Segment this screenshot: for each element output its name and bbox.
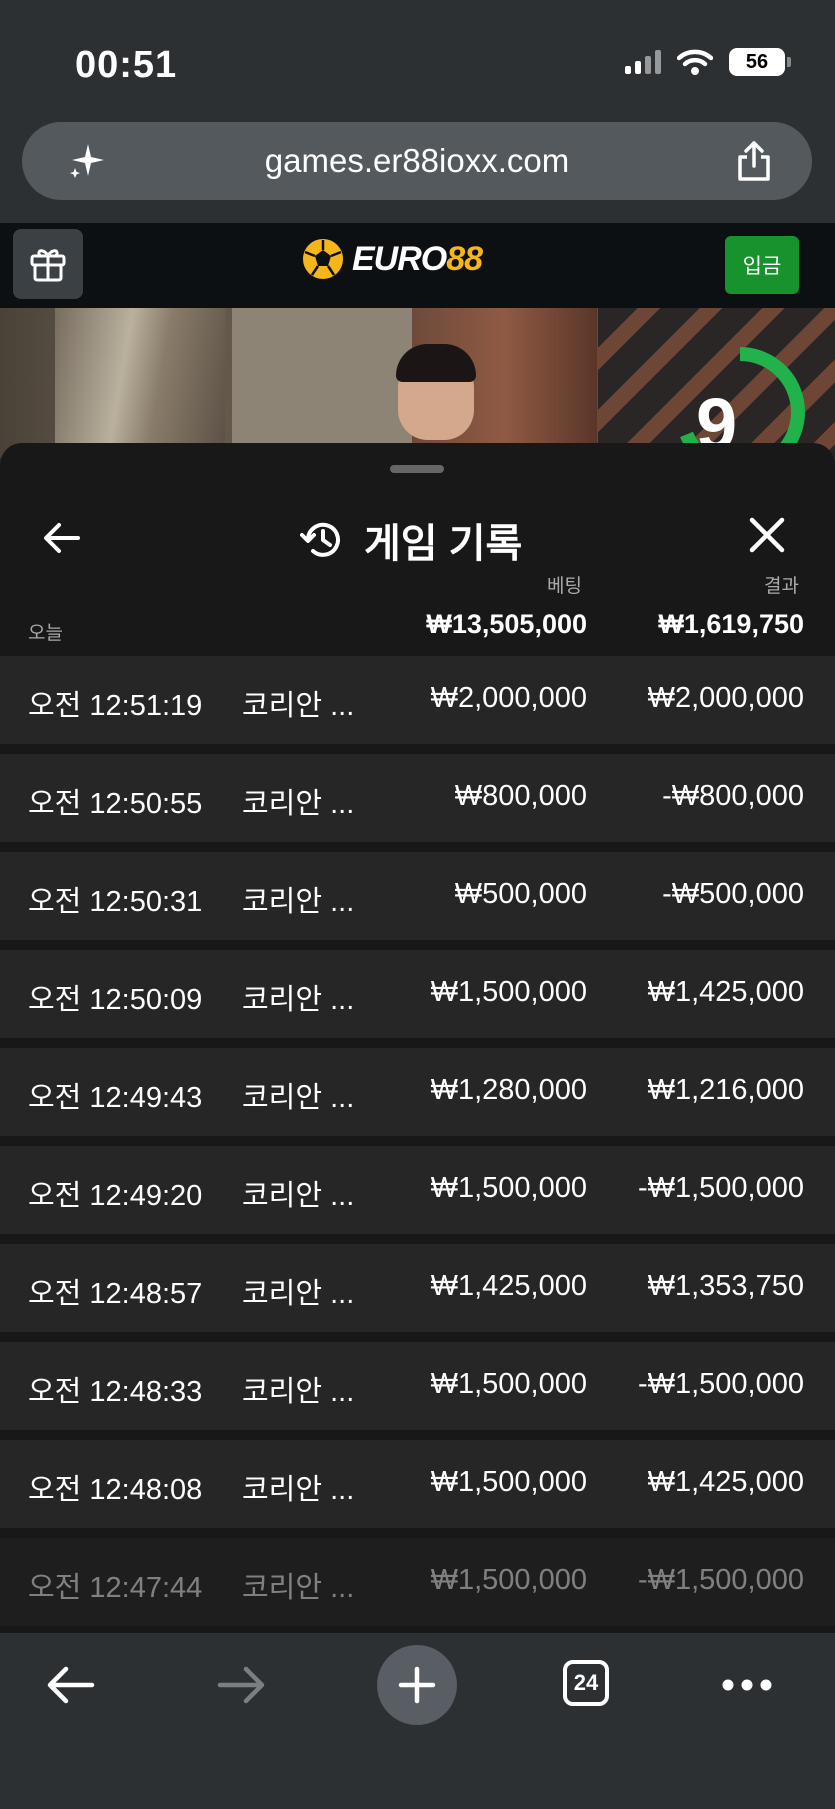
row-time: 오전 12:50:55 bbox=[28, 788, 203, 820]
row-time: 오전 12:48:08 bbox=[28, 1474, 203, 1506]
row-bet: ₩1,500,000 bbox=[430, 1368, 587, 1400]
row-game: 코리안 ... bbox=[242, 1376, 355, 1408]
site-logo[interactable]: EURO88 bbox=[300, 236, 483, 282]
result-total: ₩1,619,750 bbox=[658, 609, 804, 639]
countdown-ring bbox=[675, 347, 805, 458]
row-result: ₩1,353,750 bbox=[647, 1270, 804, 1302]
row-bet: ₩1,280,000 bbox=[430, 1074, 587, 1106]
site-header: EURO88 입금 bbox=[0, 223, 835, 308]
cellular-signal-icon bbox=[625, 50, 661, 74]
wifi-icon bbox=[677, 49, 713, 75]
result-column-header: 결과 bbox=[764, 576, 799, 597]
row-bet: ₩1,500,000 bbox=[430, 1564, 587, 1596]
row-result: -₩500,000 bbox=[662, 878, 804, 910]
history-row[interactable]: 오전 12:50:31 코리안 ... ₩500,000 -₩500,000 bbox=[0, 852, 835, 940]
row-game: 코리안 ... bbox=[242, 1082, 355, 1114]
sheet-title: 게임 기록 bbox=[300, 511, 522, 569]
bet-column-header: 베팅 bbox=[547, 576, 582, 597]
row-game: 코리안 ... bbox=[242, 1474, 355, 1506]
bet-total: ₩13,505,000 bbox=[426, 609, 587, 639]
row-time: 오전 12:48:57 bbox=[28, 1278, 203, 1310]
row-game: 코리안 ... bbox=[242, 1180, 355, 1212]
status-icons: 56 bbox=[625, 48, 791, 76]
logo-text-white: EURO bbox=[352, 239, 447, 278]
back-icon[interactable] bbox=[44, 1659, 96, 1711]
row-result: -₩1,500,000 bbox=[637, 1172, 804, 1204]
status-time: 00:51 bbox=[75, 44, 178, 86]
sheet-title-text: 게임 기록 bbox=[364, 522, 523, 566]
history-row[interactable]: 오전 12:51:19 코리안 ... ₩2,000,000 ₩2,000,00… bbox=[0, 656, 835, 744]
history-row[interactable]: 오전 12:48:33 코리안 ... ₩1,500,000 -₩1,500,0… bbox=[0, 1342, 835, 1430]
row-result: ₩1,425,000 bbox=[647, 1466, 804, 1498]
row-time: 오전 12:50:31 bbox=[28, 886, 203, 918]
row-game: 코리안 ... bbox=[242, 1572, 355, 1604]
forward-icon[interactable] bbox=[216, 1659, 268, 1711]
row-game: 코리안 ... bbox=[242, 788, 355, 820]
live-video: 9 bbox=[0, 308, 835, 458]
row-bet: ₩800,000 bbox=[454, 780, 587, 812]
today-label: 오늘 bbox=[28, 623, 63, 644]
history-row[interactable]: 오전 12:48:57 코리안 ... ₩1,425,000 ₩1,353,75… bbox=[0, 1244, 835, 1332]
history-list: 오전 12:51:19 코리안 ... ₩2,000,000 ₩2,000,00… bbox=[0, 656, 835, 1633]
row-bet: ₩1,500,000 bbox=[430, 1466, 587, 1498]
history-row[interactable]: 오전 12:47:44 코리안 ... ₩1,500,000 -₩1,500,0… bbox=[0, 1538, 835, 1626]
battery-icon: 56 bbox=[729, 48, 791, 76]
video-wall-panel bbox=[232, 308, 412, 458]
new-tab-button[interactable] bbox=[377, 1645, 457, 1725]
plus-icon bbox=[398, 1666, 436, 1704]
row-game: 코리안 ... bbox=[242, 690, 355, 722]
row-time: 오전 12:48:33 bbox=[28, 1376, 203, 1408]
row-time: 오전 12:49:43 bbox=[28, 1082, 203, 1114]
gift-button[interactable] bbox=[13, 229, 83, 299]
history-row[interactable]: 오전 12:49:43 코리안 ... ₩1,280,000 ₩1,216,00… bbox=[0, 1048, 835, 1136]
history-icon bbox=[300, 522, 340, 557]
row-game: 코리안 ... bbox=[242, 886, 355, 918]
history-row[interactable]: 오전 12:50:09 코리안 ... ₩1,500,000 ₩1,425,00… bbox=[0, 950, 835, 1038]
close-icon[interactable] bbox=[747, 515, 787, 555]
row-result: ₩1,216,000 bbox=[647, 1074, 804, 1106]
back-arrow-icon[interactable] bbox=[42, 518, 82, 558]
row-bet: ₩1,500,000 bbox=[430, 976, 587, 1008]
row-bet: ₩500,000 bbox=[454, 878, 587, 910]
row-time: 오전 12:50:09 bbox=[28, 984, 203, 1016]
row-game: 코리안 ... bbox=[242, 1278, 355, 1310]
deposit-button[interactable]: 입금 bbox=[725, 236, 799, 294]
logo-text: EURO88 bbox=[352, 239, 483, 279]
tabs-button[interactable]: 24 bbox=[563, 1660, 609, 1706]
soccer-ball-icon bbox=[301, 237, 345, 281]
browser-toolbar: 24 bbox=[0, 1633, 835, 1809]
sheet-header: 게임 기록 bbox=[0, 493, 835, 583]
row-bet: ₩2,000,000 bbox=[430, 682, 587, 714]
history-row[interactable]: 오전 12:49:20 코리안 ... ₩1,500,000 -₩1,500,0… bbox=[0, 1146, 835, 1234]
status-bar: 00:51 56 bbox=[0, 0, 835, 110]
game-history-sheet: 게임 기록 베팅 결과 오늘 ₩13,505,000 ₩1,619,750 오전… bbox=[0, 443, 835, 1633]
row-bet: ₩1,425,000 bbox=[430, 1270, 587, 1302]
row-result: ₩2,000,000 bbox=[647, 682, 804, 714]
row-result: ₩1,425,000 bbox=[647, 976, 804, 1008]
video-wall-panel bbox=[55, 308, 225, 458]
gift-icon bbox=[30, 249, 66, 282]
row-game: 코리안 ... bbox=[242, 984, 355, 1016]
row-time: 오전 12:47:44 bbox=[28, 1572, 203, 1604]
row-result: -₩1,500,000 bbox=[637, 1564, 804, 1596]
row-result: -₩1,500,000 bbox=[637, 1368, 804, 1400]
logo-text-accent: 88 bbox=[446, 239, 483, 278]
history-row[interactable]: 오전 12:48:08 코리안 ... ₩1,500,000 ₩1,425,00… bbox=[0, 1440, 835, 1528]
row-time: 오전 12:49:20 bbox=[28, 1180, 203, 1212]
sheet-drag-handle[interactable] bbox=[390, 465, 444, 473]
row-result: -₩800,000 bbox=[662, 780, 804, 812]
address-bar[interactable]: games.er88ioxx.com bbox=[22, 122, 812, 200]
history-row[interactable]: 오전 12:50:55 코리안 ... ₩800,000 -₩800,000 bbox=[0, 754, 835, 842]
row-bet: ₩1,500,000 bbox=[430, 1172, 587, 1204]
row-time: 오전 12:51:19 bbox=[28, 690, 203, 722]
share-icon[interactable] bbox=[734, 140, 774, 182]
more-icon[interactable] bbox=[720, 1677, 774, 1693]
url-text[interactable]: games.er88ioxx.com bbox=[22, 142, 812, 180]
